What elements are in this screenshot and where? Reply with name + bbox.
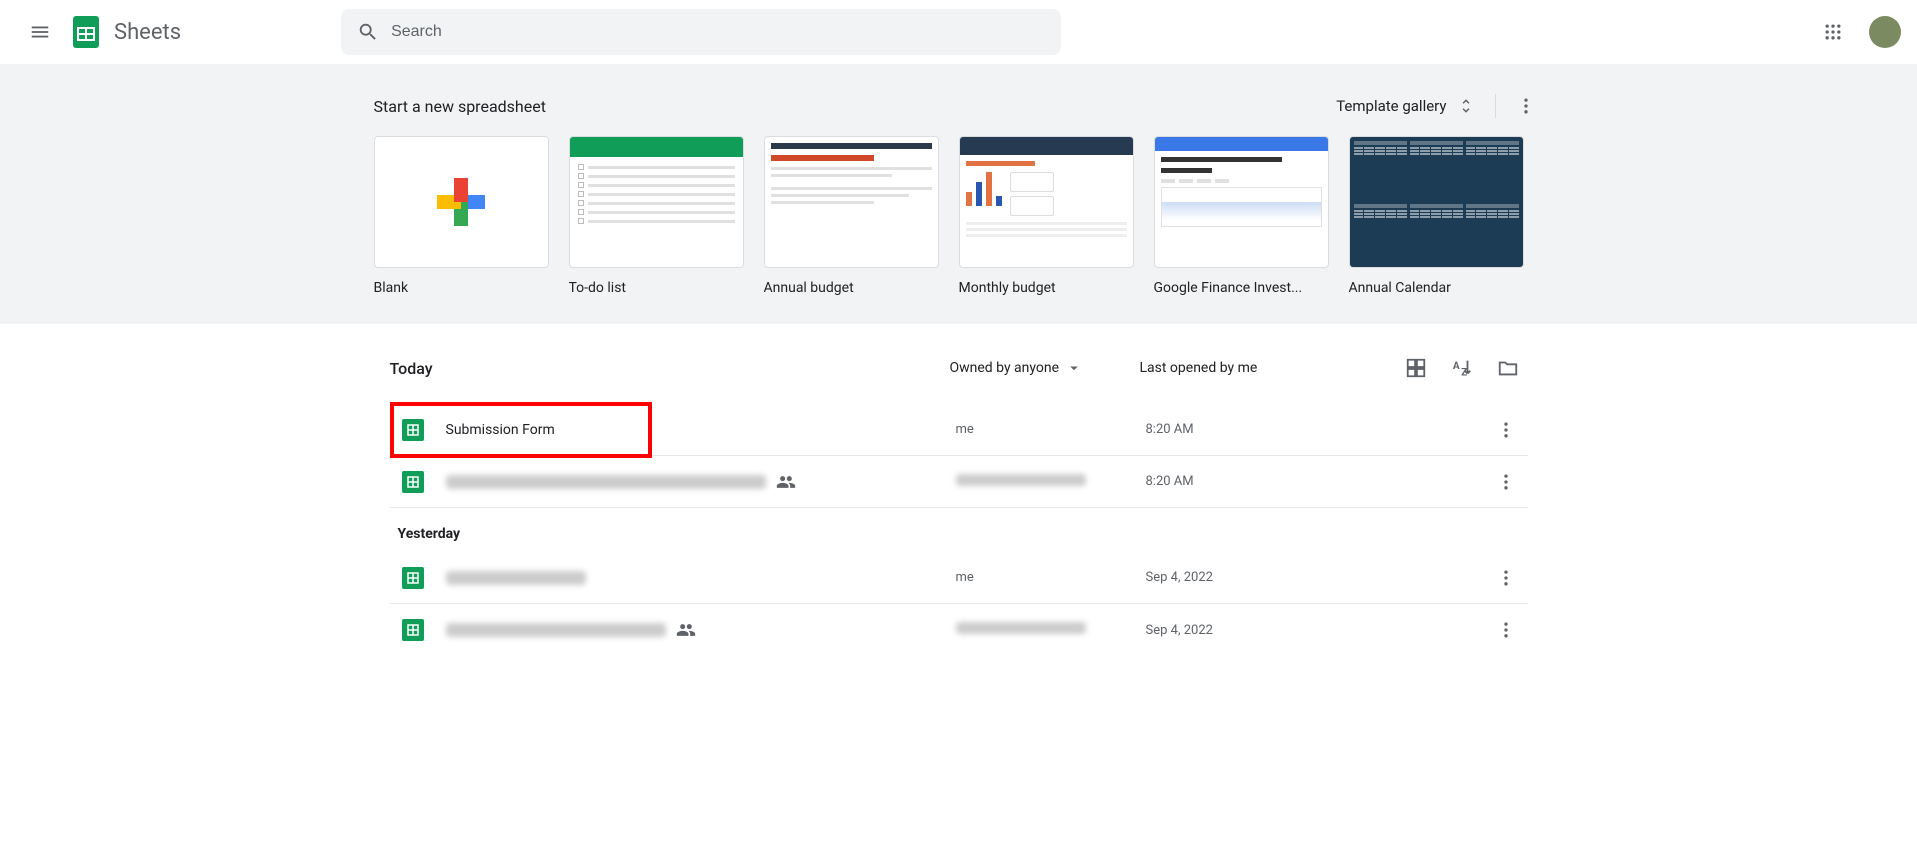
sheets-logo-icon — [68, 14, 104, 50]
shared-icon — [776, 472, 796, 492]
file-time: 8:20 AM — [1146, 474, 1488, 489]
open-picker-button[interactable] — [1488, 348, 1528, 388]
sort-label[interactable]: Last opened by me — [1140, 360, 1396, 376]
more-vert-icon — [1496, 420, 1516, 440]
search-icon — [357, 21, 379, 43]
template-annual-budget[interactable]: Annual budget — [764, 136, 939, 296]
file-time: Sep 4, 2022 — [1146, 623, 1488, 638]
template-label: Annual Calendar — [1349, 280, 1524, 296]
file-row[interactable]: Sep 4, 2022 — [390, 604, 1528, 656]
template-label: Google Finance Invest... — [1154, 280, 1329, 296]
template-label: Blank — [374, 280, 549, 296]
more-vert-icon — [1496, 568, 1516, 588]
file-name — [446, 472, 956, 492]
file-owner — [956, 474, 1146, 490]
template-monthly-budget[interactable]: Monthly budget — [959, 136, 1134, 296]
divider — [1495, 94, 1496, 118]
app-header: Sheets — [0, 0, 1917, 64]
template-blank[interactable]: Blank — [374, 136, 549, 296]
sheets-file-icon — [402, 419, 424, 441]
template-list: Blank To-do list — [374, 136, 1544, 296]
sheets-file-icon — [402, 619, 424, 641]
sheets-file-icon — [402, 471, 424, 493]
file-more-button[interactable] — [1488, 560, 1524, 596]
owned-filter-label: Owned by anyone — [950, 360, 1060, 376]
template-finance[interactable]: Google Finance Invest... — [1154, 136, 1329, 296]
template-heading: Start a new spreadsheet — [374, 97, 546, 116]
folder-icon — [1497, 357, 1519, 379]
template-more-button[interactable] — [1508, 88, 1544, 124]
app-name: Sheets — [114, 20, 181, 45]
template-label: Annual budget — [764, 280, 939, 296]
search-bar[interactable] — [341, 9, 1061, 55]
file-time: 8:20 AM — [1146, 422, 1488, 437]
search-input[interactable] — [391, 23, 1045, 41]
group-heading: Yesterday — [390, 508, 1528, 552]
owned-filter[interactable]: Owned by anyone — [950, 359, 1140, 377]
file-more-button[interactable] — [1488, 412, 1524, 448]
file-name — [446, 571, 956, 585]
docs-header: Today Owned by anyone Last opened by me … — [390, 342, 1528, 404]
more-vert-icon — [1516, 96, 1536, 116]
file-owner: me — [956, 570, 1146, 585]
file-more-button[interactable] — [1488, 612, 1524, 648]
template-gallery-label: Template gallery — [1336, 97, 1446, 115]
docs-section: Today Owned by anyone Last opened by me … — [374, 324, 1544, 656]
file-owner: me — [956, 422, 1146, 437]
unfold-icon — [1457, 97, 1475, 115]
more-vert-icon — [1496, 472, 1516, 492]
google-apps-button[interactable] — [1813, 12, 1853, 52]
grid-view-button[interactable] — [1396, 348, 1436, 388]
file-row[interactable]: me Sep 4, 2022 — [390, 552, 1528, 604]
sort-az-button[interactable]: AZ — [1442, 348, 1482, 388]
app-logo-link[interactable]: Sheets — [68, 14, 181, 50]
more-vert-icon — [1496, 620, 1516, 640]
grid-icon — [1405, 357, 1427, 379]
search-container — [341, 9, 1813, 55]
file-row[interactable]: 8:20 AM — [390, 456, 1528, 508]
group-heading: Today — [390, 359, 950, 378]
file-owner — [956, 622, 1146, 638]
file-more-button[interactable] — [1488, 464, 1524, 500]
main-menu-button[interactable] — [16, 8, 64, 56]
dropdown-icon — [1065, 359, 1083, 377]
file-name: Submission Form — [446, 422, 956, 438]
account-avatar[interactable] — [1869, 16, 1901, 48]
file-name — [446, 620, 956, 640]
template-todo[interactable]: To-do list — [569, 136, 744, 296]
shared-icon — [676, 620, 696, 640]
template-gallery-button[interactable]: Template gallery — [1328, 93, 1482, 119]
template-label: To-do list — [569, 280, 744, 296]
file-row[interactable]: Submission Form me 8:20 AM — [390, 404, 1528, 456]
template-calendar[interactable]: Annual Calendar — [1349, 136, 1524, 296]
svg-text:A: A — [1452, 361, 1459, 372]
template-label: Monthly budget — [959, 280, 1134, 296]
apps-grid-icon — [1823, 22, 1843, 42]
file-time: Sep 4, 2022 — [1146, 570, 1488, 585]
template-section: Start a new spreadsheet Template gallery — [0, 64, 1917, 324]
hamburger-icon — [29, 21, 51, 43]
plus-icon — [437, 178, 485, 226]
sheets-file-icon — [402, 567, 424, 589]
sort-az-icon: AZ — [1451, 357, 1473, 379]
